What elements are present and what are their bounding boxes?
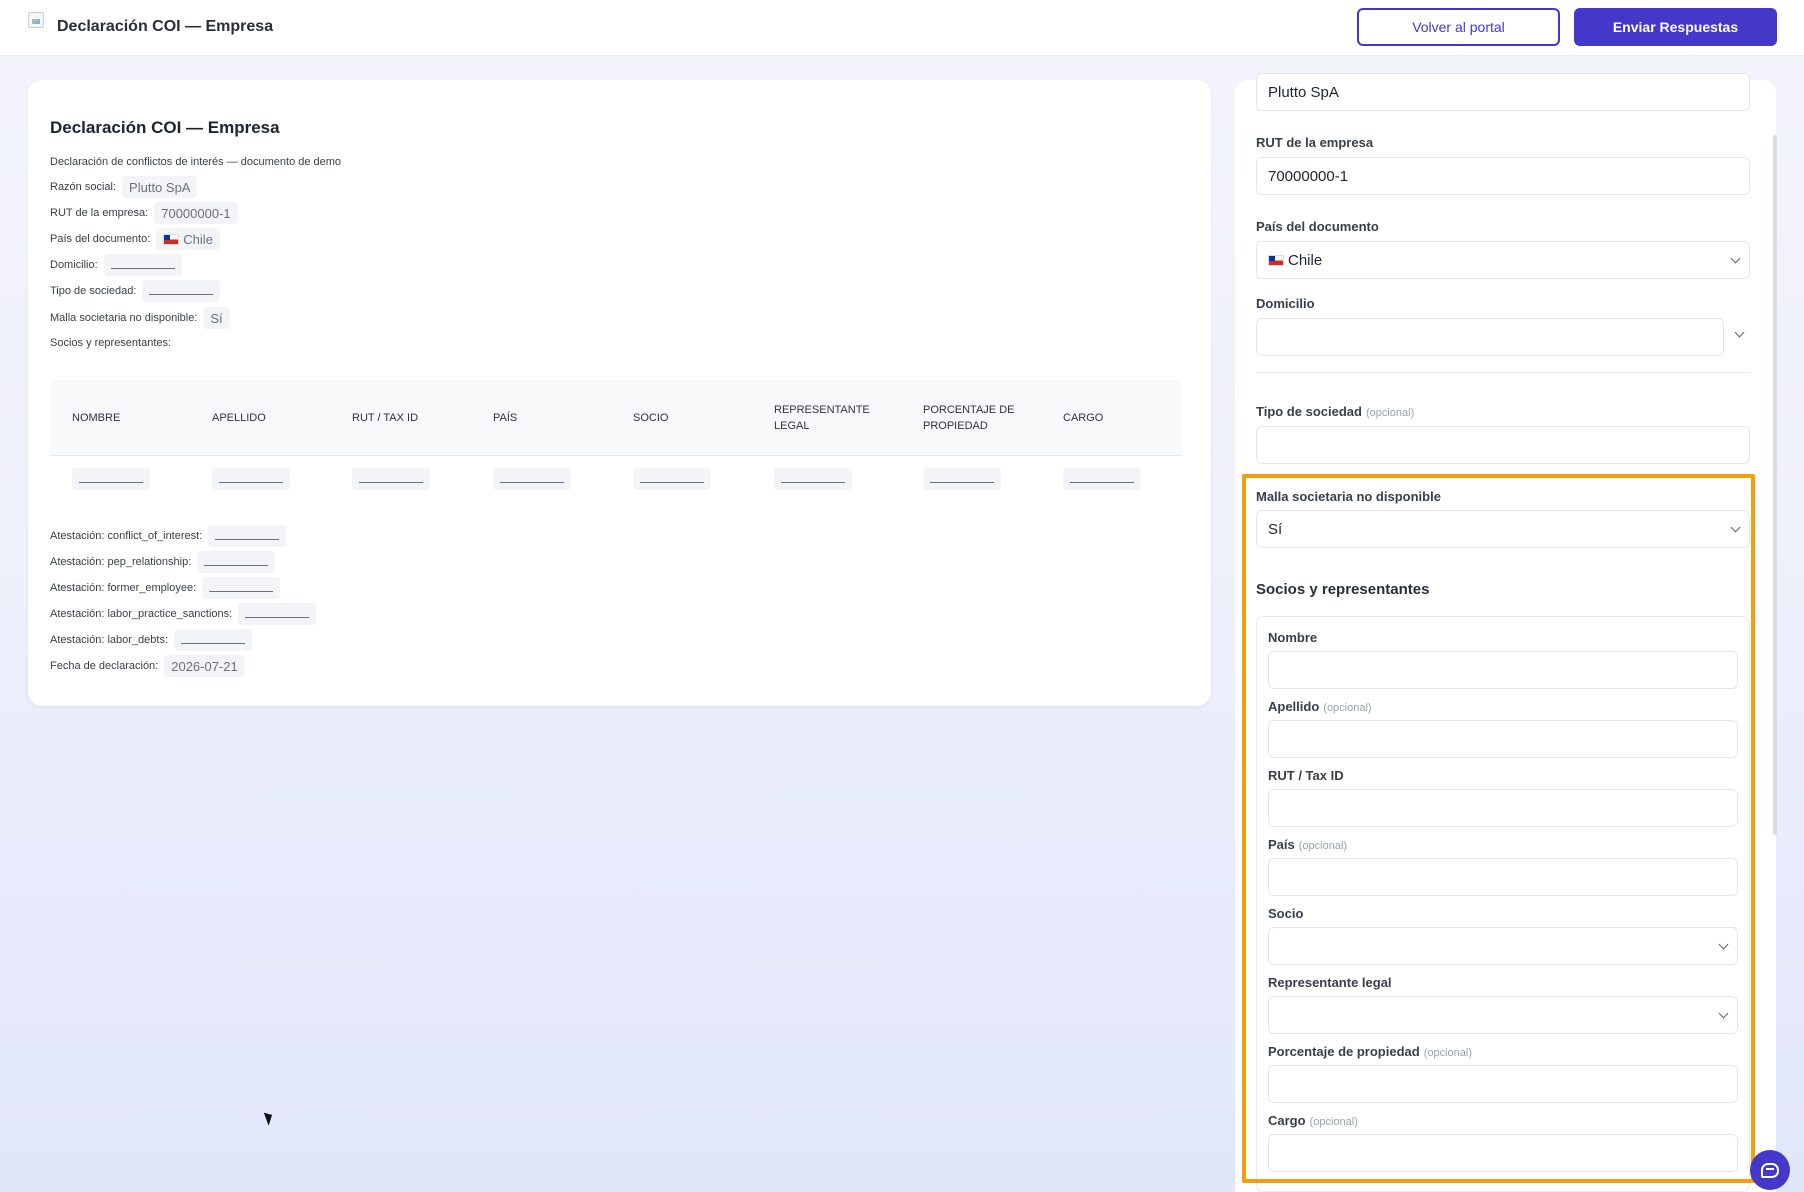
tipo-sociedad-input[interactable] xyxy=(1256,426,1750,464)
th-socio: SOCIO xyxy=(633,412,669,424)
domicilio-label: Domicilio xyxy=(1256,296,1315,311)
doc-attestation-conflict: Atestación: conflict_of_interest: xyxy=(50,525,287,547)
th-porcentaje: PORCENTAJE DE PROPIEDAD xyxy=(923,404,1015,432)
chevron-down-icon xyxy=(1718,1008,1729,1019)
blank-cell xyxy=(493,468,571,490)
th-representante: REPRESENTANTE LEGAL xyxy=(774,404,870,432)
document-preview: Declaración COI — Empresa Declaración de… xyxy=(28,80,1211,706)
doc-attestation-labor-debts: Atestación: labor_debts: xyxy=(50,629,253,651)
blank-value xyxy=(197,551,276,573)
blank-value xyxy=(208,525,287,547)
blank-cell xyxy=(1063,468,1141,490)
doc-attestation-labor-sanctions: Atestación: labor_practice_sanctions: xyxy=(50,603,317,625)
malla-select[interactable]: Sí xyxy=(1256,510,1750,548)
socio-nombre-label: Nombre xyxy=(1268,630,1318,645)
logo-image-icon xyxy=(28,12,44,28)
socios-section-title: Socios y representantes xyxy=(1256,581,1430,598)
submit-answers-button[interactable]: Enviar Respuestas xyxy=(1574,8,1777,46)
socio-cargo-label: Cargo (opcional) xyxy=(1268,1113,1358,1128)
table-row xyxy=(50,456,1182,502)
th-pais: PAÍS xyxy=(493,412,518,424)
chevron-down-icon xyxy=(1730,522,1741,533)
doc-field-pais: País del documento: Chile xyxy=(50,228,220,250)
blank-cell xyxy=(633,468,711,490)
blank-value xyxy=(142,280,221,302)
socio-apellido-label: Apellido (opcional) xyxy=(1268,699,1372,714)
doc-attestation-former-employee: Atestación: former_employee: xyxy=(50,577,281,599)
blank-value xyxy=(238,603,317,625)
th-nombre: NOMBRE xyxy=(72,412,121,424)
doc-attestation-pep: Atestación: pep_relationship: xyxy=(50,551,276,573)
doc-field-tipo-sociedad: Tipo de sociedad: xyxy=(50,280,221,302)
field-value: Sí xyxy=(203,307,230,329)
back-to-portal-button[interactable]: Volver al portal xyxy=(1357,8,1560,46)
socio-rut-label: RUT / Tax ID xyxy=(1268,768,1344,783)
socio-pais-label: País (opcional) xyxy=(1268,837,1348,852)
socio-porcentaje-label: Porcentaje de propiedad (opcional) xyxy=(1268,1044,1473,1059)
blank-cell xyxy=(212,468,290,490)
field-value: Chile xyxy=(156,228,220,250)
field-value: 70000000-1 xyxy=(154,202,238,224)
doc-field-malla: Malla societaria no disponible: Sí xyxy=(50,307,230,329)
th-rut: RUT / TAX ID xyxy=(352,412,419,424)
doc-title: Declaración COI — Empresa xyxy=(50,118,280,137)
th-cargo: CARGO xyxy=(1063,412,1104,424)
blank-value xyxy=(174,629,253,651)
blank-value xyxy=(103,254,182,276)
divider xyxy=(1256,372,1750,373)
malla-label: Malla societaria no disponible xyxy=(1256,489,1441,504)
socio-representante-label: Representante legal xyxy=(1268,975,1392,990)
chat-button[interactable] xyxy=(1750,1150,1790,1190)
doc-field-domicilio: Domicilio: xyxy=(50,254,182,276)
socio-rut-input[interactable] xyxy=(1268,789,1738,827)
socio-socio-select[interactable] xyxy=(1268,927,1738,965)
th-apellido: APELLIDO xyxy=(212,412,266,424)
doc-field-razon-social: Razón social: Plutto SpA xyxy=(50,176,198,198)
chat-icon xyxy=(1761,1162,1779,1178)
top-header: Declaración COI — Empresa Volver al port… xyxy=(0,0,1804,56)
field-value: Plutto SpA xyxy=(122,176,198,198)
chevron-down-icon xyxy=(1718,939,1729,950)
blank-cell xyxy=(923,468,1001,490)
socios-table: NOMBRE APELLIDO RUT / TAX ID PAÍS SOCIO … xyxy=(50,380,1182,502)
pais-select[interactable]: Chile xyxy=(1256,241,1750,279)
blank-cell xyxy=(352,468,430,490)
chevron-down-icon xyxy=(1730,253,1741,264)
doc-field-rut: RUT de la empresa: 70000000-1 xyxy=(50,202,238,224)
socio-pais-input[interactable] xyxy=(1268,858,1738,896)
chile-flag-icon xyxy=(163,233,180,245)
rut-input[interactable]: 70000000-1 xyxy=(1256,157,1750,195)
blank-value xyxy=(202,577,281,599)
rut-label: RUT de la empresa xyxy=(1256,135,1374,150)
chile-flag-icon xyxy=(1268,254,1284,266)
pais-label: País del documento xyxy=(1256,219,1379,234)
socio-nombre-input[interactable] xyxy=(1268,651,1738,689)
doc-field-socios: Socios y representantes: xyxy=(50,337,172,349)
socio-representante-select[interactable] xyxy=(1268,996,1738,1034)
scrollbar[interactable] xyxy=(1773,135,1777,835)
blank-cell xyxy=(72,468,150,490)
tipo-sociedad-label: Tipo de sociedad (opcional) xyxy=(1256,404,1415,419)
doc-fecha-declaracion: Fecha de declaración: 2026-07-21 xyxy=(50,655,245,677)
domicilio-input[interactable] xyxy=(1256,318,1724,356)
app-title: Declaración COI — Empresa xyxy=(57,18,274,35)
socio-porcentaje-input[interactable] xyxy=(1268,1065,1738,1103)
socio-apellido-input[interactable] xyxy=(1268,720,1738,758)
mouse-cursor-icon xyxy=(263,1110,276,1126)
doc-subtitle: Declaración de conflictos de interés — d… xyxy=(50,156,342,168)
table-header: NOMBRE APELLIDO RUT / TAX ID PAÍS SOCIO … xyxy=(50,380,1182,456)
razon-social-input[interactable]: Plutto SpA xyxy=(1256,73,1750,111)
socio-cargo-input[interactable] xyxy=(1268,1134,1738,1172)
socio-socio-label: Socio xyxy=(1268,906,1304,921)
field-value: 2026-07-21 xyxy=(164,655,245,677)
blank-cell xyxy=(774,468,852,490)
